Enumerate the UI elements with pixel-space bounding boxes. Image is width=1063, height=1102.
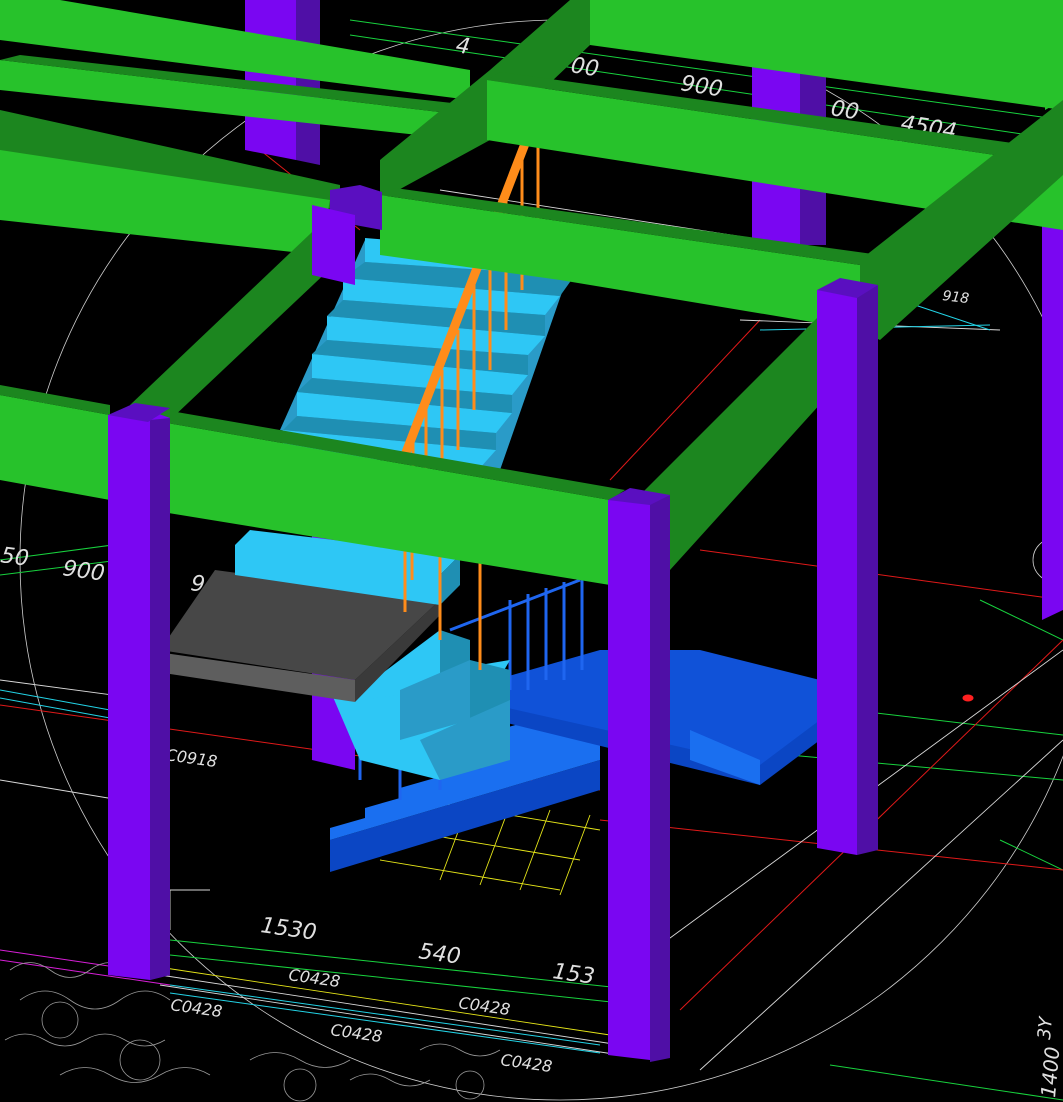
- dim-label: 50: [0, 543, 30, 572]
- cad-3d-viewport[interactable]: 4 00 900 00 4504 918 50 900 9 618 1530 5…: [0, 0, 1063, 1102]
- dim-label: 918: [942, 288, 971, 307]
- red-marker: [962, 694, 974, 702]
- column[interactable]: [1042, 180, 1063, 620]
- column[interactable]: [608, 488, 670, 1062]
- column[interactable]: [817, 278, 878, 855]
- column[interactable]: [108, 403, 170, 980]
- dim-label: 1400: [1036, 1046, 1063, 1099]
- beam[interactable]: [0, 385, 110, 500]
- dim-label: 3Y: [1034, 1014, 1057, 1040]
